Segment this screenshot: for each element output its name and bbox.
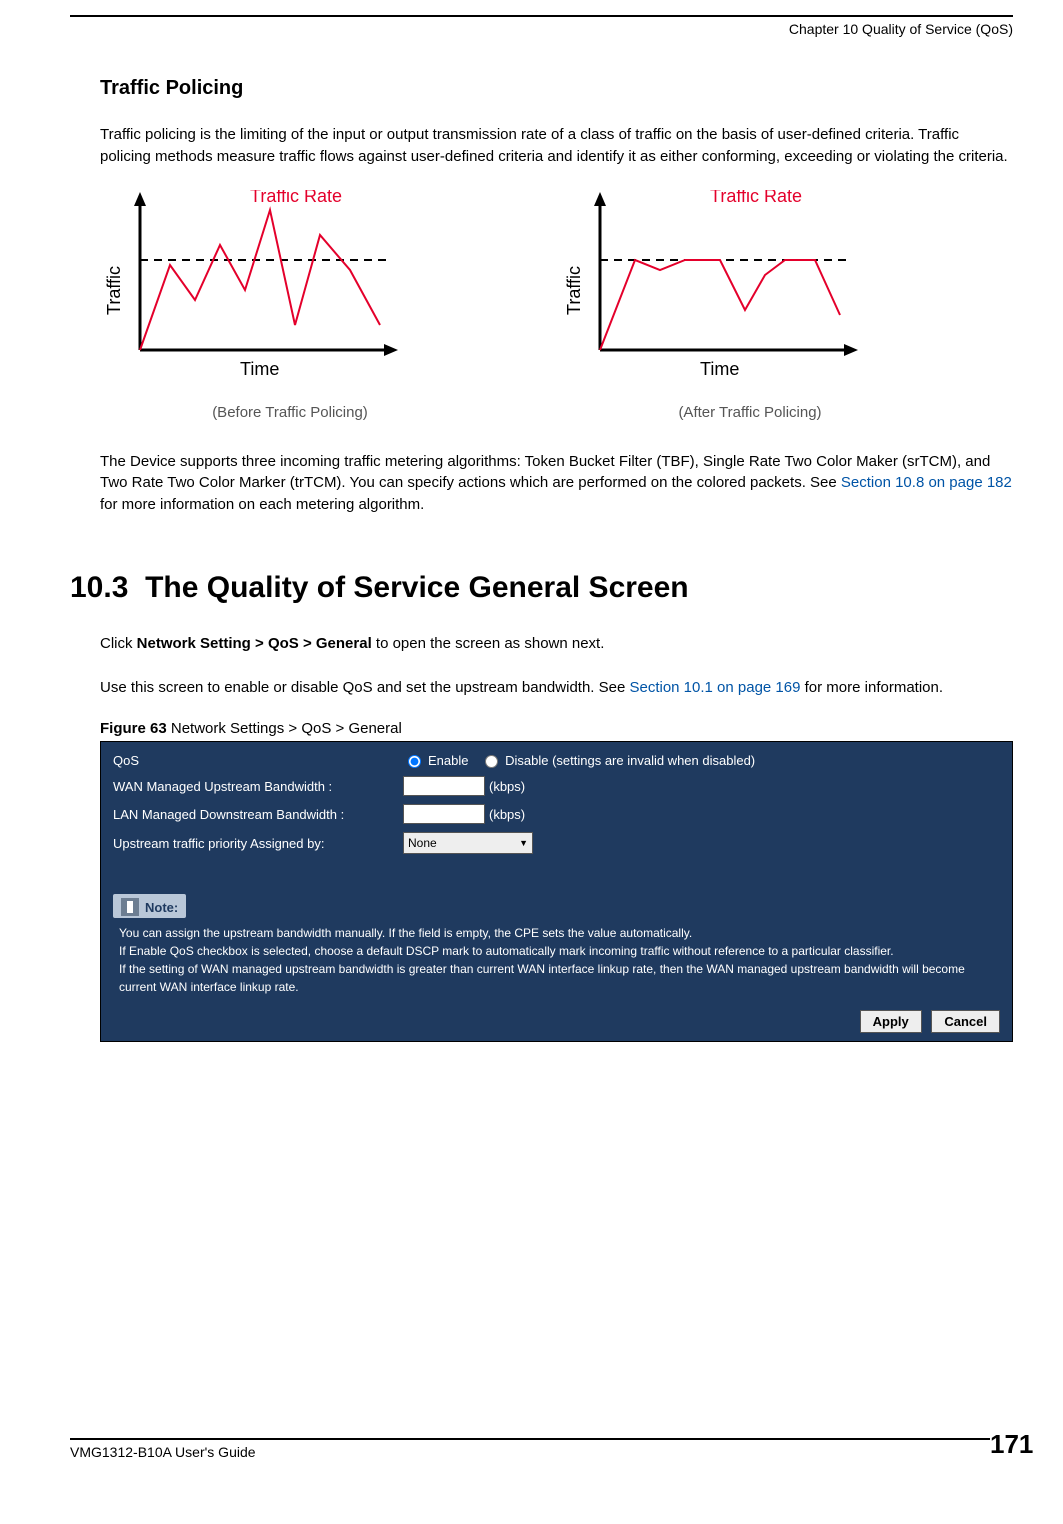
y-axis-label: Traffic [564,265,584,314]
radio-qos-disable[interactable] [485,755,498,768]
chapter-header: Chapter 10 Quality of Service (QoS) [70,21,1013,37]
x-axis-label: Time [240,359,279,379]
para-traffic-policing-intro: Traffic policing is the limiting of the … [100,124,1013,168]
rate-label: Traffic Rate [710,190,802,206]
label-qos: QoS [113,753,403,768]
diagram-before: Traffic Rate Traffic Time (Before Traffi… [100,190,480,421]
label-disable: Disable (settings are invalid when disab… [505,753,755,768]
figure-label: Figure 63 Network Settings > QoS > Gener… [100,720,1013,737]
note-header: Note: [113,894,186,918]
rate-label: Traffic Rate [250,190,342,206]
page-number: 171 [990,1429,1033,1460]
para-metering-algorithms: The Device supports three incoming traff… [100,451,1013,516]
qos-general-screenshot: QoS Enable Disable (settings are invalid… [100,741,1013,1042]
label-priority: Upstream traffic priority Assigned by: [113,836,403,851]
footer-guide: VMG1312-B10A User's Guide [70,1444,256,1460]
cancel-button[interactable]: Cancel [931,1010,1000,1033]
select-priority[interactable]: None ▼ [403,832,533,854]
unit-lan: (kbps) [489,807,525,822]
input-wan-bandwidth[interactable] [403,776,485,796]
x-axis-label: Time [700,359,739,379]
label-wan-bandwidth: WAN Managed Upstream Bandwidth : [113,779,403,794]
para-use-screen: Use this screen to enable or disable QoS… [100,677,1013,699]
unit-wan: (kbps) [489,779,525,794]
label-lan-bandwidth: LAN Managed Downstream Bandwidth : [113,807,403,822]
heading-traffic-policing: Traffic Policing [100,77,1013,100]
link-section-10-1[interactable]: Section 10.1 on page 169 [629,679,800,696]
link-section-10-8[interactable]: Section 10.8 on page 182 [841,474,1012,491]
input-lan-bandwidth[interactable] [403,804,485,824]
label-enable: Enable [428,753,468,768]
apply-button[interactable]: Apply [860,1010,922,1033]
para-click-path: Click Network Setting > QoS > General to… [100,633,1013,655]
note-body: You can assign the upstream bandwidth ma… [119,924,1000,996]
radio-qos-enable[interactable] [408,755,421,768]
note-icon [121,898,139,916]
caption-before: (Before Traffic Policing) [100,404,480,421]
heading-10-3: 10.3 The Quality of Service General Scre… [70,571,1013,605]
diagram-after: Traffic Rate Traffic Time (After Traffic… [560,190,940,421]
caption-after: (After Traffic Policing) [560,404,940,421]
y-axis-label: Traffic [104,265,124,314]
chevron-down-icon: ▼ [519,838,528,848]
